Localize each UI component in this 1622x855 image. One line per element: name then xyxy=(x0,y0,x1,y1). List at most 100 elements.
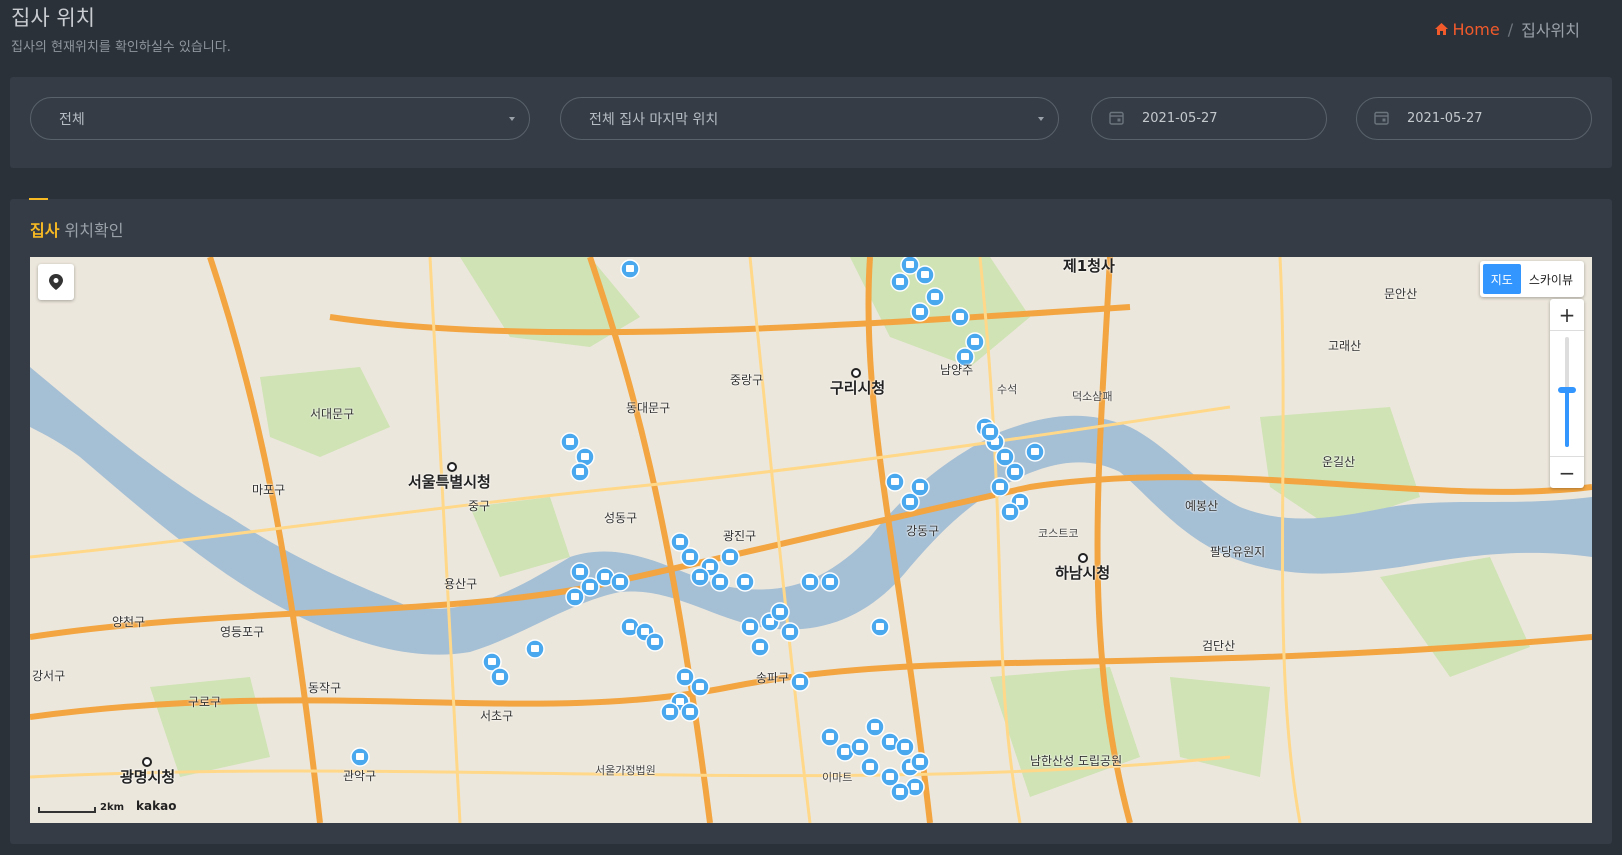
map-label: 서울가정법원 xyxy=(595,764,656,777)
location-marker[interactable] xyxy=(735,572,755,592)
home-icon xyxy=(1435,23,1449,35)
zoom-slider-handle[interactable] xyxy=(1558,387,1576,393)
map-attribution: kakao xyxy=(136,799,177,813)
location-marker[interactable] xyxy=(645,632,665,652)
location-marker[interactable] xyxy=(950,307,970,327)
location-marker[interactable] xyxy=(890,782,910,802)
map-label: 문안산 xyxy=(1384,287,1418,301)
location-marker[interactable] xyxy=(560,432,580,452)
map-type-skyview-button[interactable]: 스카이뷰 xyxy=(1521,264,1581,294)
zoom-in-button[interactable]: + xyxy=(1550,299,1584,331)
map-label: 이마트 xyxy=(822,771,853,784)
location-marker[interactable] xyxy=(870,617,890,637)
location-marker[interactable] xyxy=(690,567,710,587)
map-type-map-button[interactable]: 지도 xyxy=(1482,264,1521,294)
map-label: 검단산 xyxy=(1202,639,1236,653)
map-label: 관악구 xyxy=(343,769,377,783)
map-label: 팔당유원지 xyxy=(1210,545,1266,559)
location-marker[interactable] xyxy=(710,572,730,592)
map-label: 덕소삼패 xyxy=(1072,390,1113,403)
my-location-button[interactable] xyxy=(38,264,74,300)
breadcrumb-home-link[interactable]: Home xyxy=(1435,19,1500,39)
location-marker[interactable] xyxy=(790,672,810,692)
map-label: 코스트코 xyxy=(1038,527,1079,540)
date-from-value: 2021-05-27 xyxy=(1142,111,1218,126)
chevron-down-icon xyxy=(1038,117,1044,121)
location-marker[interactable] xyxy=(980,422,1000,442)
map-scale: 2km kakao xyxy=(38,799,176,813)
map-label: 강동구 xyxy=(906,524,940,538)
mode-select[interactable]: 전체 집사 마지막 위치 xyxy=(560,97,1059,140)
group-select-value: 전체 xyxy=(59,111,85,128)
location-marker[interactable] xyxy=(660,702,680,722)
location-marker[interactable] xyxy=(820,572,840,592)
location-marker[interactable] xyxy=(770,602,790,622)
map-label: 송파구 xyxy=(756,671,790,685)
scale-bar xyxy=(38,807,96,813)
location-marker[interactable] xyxy=(690,677,710,697)
map-label: 수석 xyxy=(997,383,1018,396)
zoom-control: + − xyxy=(1550,299,1584,488)
location-marker[interactable] xyxy=(565,587,585,607)
location-marker[interactable] xyxy=(915,265,935,285)
location-marker[interactable] xyxy=(860,757,880,777)
group-select[interactable]: 전체 xyxy=(30,97,530,140)
location-marker[interactable] xyxy=(350,747,370,767)
breadcrumb: Home / 집사위치 xyxy=(1435,17,1580,41)
location-marker[interactable] xyxy=(720,547,740,567)
page-title: 집사 위치 xyxy=(11,6,95,30)
date-to-input[interactable]: 2021-05-27 xyxy=(1356,97,1592,140)
scale-text: 2km xyxy=(100,802,125,813)
filter-card: 전체 전체 집사 마지막 위치 2021-05-27 2021-05-27 xyxy=(10,77,1612,168)
map-label: 남한산성 도립공원 xyxy=(1030,754,1123,768)
chevron-down-icon xyxy=(509,117,515,121)
date-to-value: 2021-05-27 xyxy=(1407,111,1483,126)
location-marker[interactable] xyxy=(820,727,840,747)
breadcrumb-home-label: Home xyxy=(1452,19,1500,39)
map-label: 남양주 xyxy=(940,363,974,377)
location-marker[interactable] xyxy=(900,492,920,512)
map-label: 영등포구 xyxy=(220,625,265,639)
location-marker[interactable] xyxy=(910,302,930,322)
map-label: 운길산 xyxy=(1322,455,1356,469)
map-label: 구리시청 xyxy=(830,379,886,397)
location-marker[interactable] xyxy=(780,622,800,642)
location-marker[interactable] xyxy=(1000,502,1020,522)
map-view[interactable]: 제1청사 구리시청 서울특별시청 하남시청 광명시청 마포구 서대문구 동대문구… xyxy=(30,257,1592,823)
location-pin-icon xyxy=(49,274,63,290)
location-marker[interactable] xyxy=(680,547,700,567)
location-marker[interactable] xyxy=(620,259,640,279)
page-header: 집사 위치 집사의 현재위치를 확인하실수 있습니다. Home / 집사위치 xyxy=(10,0,1612,70)
map-label: 서울특별시청 xyxy=(408,473,491,491)
map-label: 예봉산 xyxy=(1185,499,1219,513)
map-label: 광진구 xyxy=(723,529,757,543)
location-marker[interactable] xyxy=(990,477,1010,497)
map-label: 동작구 xyxy=(308,681,342,695)
map-label: 용산구 xyxy=(444,577,478,591)
location-marker[interactable] xyxy=(850,737,870,757)
card-title-rest: 위치확인 xyxy=(64,221,124,240)
location-marker[interactable] xyxy=(800,572,820,592)
location-marker[interactable] xyxy=(570,462,590,482)
map-label: 양천구 xyxy=(112,615,146,629)
location-marker[interactable] xyxy=(885,472,905,492)
location-marker[interactable] xyxy=(925,287,945,307)
date-from-input[interactable]: 2021-05-27 xyxy=(1091,97,1327,140)
location-marker[interactable] xyxy=(1005,462,1025,482)
location-marker[interactable] xyxy=(610,572,630,592)
location-marker[interactable] xyxy=(490,667,510,687)
location-marker[interactable] xyxy=(910,752,930,772)
location-marker[interactable] xyxy=(865,717,885,737)
location-marker[interactable] xyxy=(750,637,770,657)
map-label: 중구 xyxy=(468,499,491,513)
page-subtitle: 집사의 현재위치를 확인하실수 있습니다. xyxy=(11,40,231,55)
map-label: 고래산 xyxy=(1328,339,1362,353)
location-marker[interactable] xyxy=(1025,442,1045,462)
zoom-out-button[interactable]: − xyxy=(1550,456,1584,488)
location-marker[interactable] xyxy=(895,737,915,757)
location-marker[interactable] xyxy=(740,617,760,637)
location-marker[interactable] xyxy=(680,702,700,722)
location-marker[interactable] xyxy=(890,272,910,292)
location-marker[interactable] xyxy=(525,639,545,659)
map-label: 서대문구 xyxy=(310,407,355,421)
